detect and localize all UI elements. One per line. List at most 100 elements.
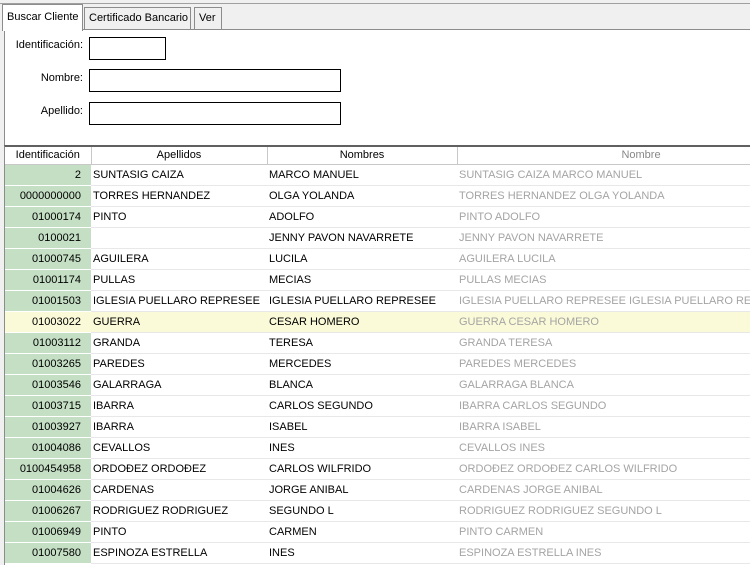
cell-nombres[interactable]: OLGA YOLANDA — [267, 185, 457, 207]
table-row[interactable]: 01007580 ESPINOZA ESTRELLA INES ESPINOZA ES… — [5, 542, 750, 564]
cell-apellidos[interactable]: CEVALLOS — [91, 437, 267, 459]
table-row[interactable]: 01001174 PULLAS MECIAS PULLAS MECIAS — [5, 269, 750, 291]
cell-apellidos[interactable]: GRANDA — [91, 332, 267, 354]
table-row[interactable]: 01006267 RODRIGUEZ RODRIGUEZ SEGUNDO L RODR… — [5, 500, 750, 522]
cell-nombres[interactable]: ADOLFO — [267, 206, 457, 228]
cell-nombre[interactable]: RODRIGUEZ RODRIGUEZ SEGUNDO L — [457, 500, 750, 522]
cell-nombres[interactable]: MECIAS — [267, 269, 457, 291]
table-row[interactable]: 01006949 PINTO CARMEN PINTO CARMEN — [5, 521, 750, 543]
cell-nombre[interactable]: IBARRA ISABEL — [457, 416, 750, 438]
cell-nombre[interactable]: GRANDA TERESA — [457, 332, 750, 354]
cell-nombre[interactable]: JENNY PAVON NAVARRETE — [457, 227, 750, 249]
cell-nombres[interactable]: ISABEL — [267, 416, 457, 438]
cell-apellidos[interactable]: TORRES HERNANDEZ — [91, 185, 267, 207]
table-row[interactable]: 01000174 PINTO ADOLFO PINTO ADOLFO — [5, 206, 750, 228]
table-row[interactable]: 01004086 CEVALLOS INES CEVALLOS INES — [5, 437, 750, 459]
cell-identificacion[interactable]: 0000000000 — [5, 185, 91, 207]
cell-identificacion[interactable]: 01003546 — [5, 374, 91, 396]
table-row[interactable]: 2 SUNTASIG CAIZA MARCO MANUEL SUNTASIG CAIZ… — [5, 164, 750, 186]
cell-apellidos[interactable]: ESPINOZA ESTRELLA — [91, 542, 267, 564]
cell-nombre[interactable]: ORDOĐEZ ORDOĐEZ CARLOS WILFRIDO — [457, 458, 750, 480]
col-header-nombres[interactable]: Nombres — [267, 147, 458, 165]
cell-identificacion[interactable]: 01003715 — [5, 395, 91, 417]
cell-nombres[interactable]: INES — [267, 437, 457, 459]
cell-apellidos[interactable]: PINTO — [91, 521, 267, 543]
cell-apellidos[interactable]: GUERRA — [91, 311, 267, 333]
table-row[interactable]: 01003715 IBARRA CARLOS SEGUNDO IBARRA CARLO… — [5, 395, 750, 417]
cell-identificacion[interactable]: 01003112 — [5, 332, 91, 354]
tab-buscar-cliente[interactable]: Buscar Cliente — [2, 4, 83, 31]
cell-identificacion[interactable]: 0100021 — [5, 227, 91, 249]
cell-nombres[interactable]: CESAR HOMERO — [267, 311, 457, 333]
cell-apellidos[interactable] — [91, 227, 267, 249]
cell-nombres[interactable]: MERCEDES — [267, 353, 457, 375]
cell-nombre[interactable]: CEVALLOS INES — [457, 437, 750, 459]
cell-identificacion[interactable]: 01004626 — [5, 479, 91, 501]
cell-identificacion[interactable]: 2 — [5, 164, 91, 186]
cell-apellidos[interactable]: PULLAS — [91, 269, 267, 291]
cell-nombres[interactable]: JORGE ANIBAL — [267, 479, 457, 501]
cell-nombres[interactable]: JENNY PAVON NAVARRETE — [267, 227, 457, 249]
cell-identificacion[interactable]: 01006949 — [5, 521, 91, 543]
cell-identificacion[interactable]: 01001503 — [5, 290, 91, 312]
tab-ver[interactable]: Ver — [194, 7, 222, 30]
cell-nombres[interactable]: CARLOS WILFRIDO — [267, 458, 457, 480]
cell-nombre[interactable]: PAREDES MERCEDES — [457, 353, 750, 375]
cell-apellidos[interactable]: GALARRAGA — [91, 374, 267, 396]
cell-nombres[interactable]: CARMEN — [267, 521, 457, 543]
nombre-input[interactable] — [89, 69, 341, 92]
identificacion-input[interactable] — [89, 37, 166, 60]
tab-certificado-bancario[interactable]: Certificado Bancario — [84, 7, 191, 30]
cell-nombre[interactable]: SUNTASIG CAIZA MARCO MANUEL — [457, 164, 750, 186]
cell-apellidos[interactable]: CARDENAS — [91, 479, 267, 501]
table-row[interactable]: 01003022 GUERRA CESAR HOMERO GUERRA CESAR H… — [5, 311, 750, 333]
cell-apellidos[interactable]: IBARRA — [91, 395, 267, 417]
table-row[interactable]: 01003112 GRANDA TERESA GRANDA TERESA — [5, 332, 750, 354]
cell-nombres[interactable]: INES — [267, 542, 457, 564]
cell-identificacion[interactable]: 01003265 — [5, 353, 91, 375]
table-row[interactable]: 01000745 AGUILERA LUCILA AGUILERA LUCILA — [5, 248, 750, 270]
cell-nombre[interactable]: IGLESIA PUELLARO REPRESEE IGLESIA PUELLA… — [457, 290, 750, 312]
cell-nombre[interactable]: TORRES HERNANDEZ OLGA YOLANDA — [457, 185, 750, 207]
table-row[interactable]: 01001503 IGLESIA PUELLARO REPRESEE IGLESIA… — [5, 290, 750, 312]
table-row[interactable]: 01004626 CARDENAS JORGE ANIBAL CARDENAS JOR… — [5, 479, 750, 501]
cell-identificacion[interactable]: 01004086 — [5, 437, 91, 459]
cell-identificacion[interactable]: 01001174 — [5, 269, 91, 291]
cell-apellidos[interactable]: ORDOĐEZ ORDOĐEZ — [91, 458, 267, 480]
cell-nombre[interactable]: GUERRA CESAR HOMERO — [457, 311, 750, 333]
cell-nombres[interactable]: SEGUNDO L — [267, 500, 457, 522]
cell-nombre[interactable]: GALARRAGA BLANCA — [457, 374, 750, 396]
cell-apellidos[interactable]: AGUILERA — [91, 248, 267, 270]
cell-apellidos[interactable]: PINTO — [91, 206, 267, 228]
results-grid[interactable]: Identificación Apellidos Nombres Nombre … — [4, 145, 750, 565]
table-row[interactable]: 0000000000 TORRES HERNANDEZ OLGA YOLANDA TO… — [5, 185, 750, 207]
cell-nombre[interactable]: PINTO CARMEN — [457, 521, 750, 543]
table-row[interactable]: 01003927 IBARRA ISABEL IBARRA ISABEL — [5, 416, 750, 438]
cell-identificacion[interactable]: 0100454958 — [5, 458, 91, 480]
apellido-input[interactable] — [89, 102, 341, 125]
cell-nombres[interactable]: TERESA — [267, 332, 457, 354]
col-header-apellidos[interactable]: Apellidos — [91, 147, 268, 165]
cell-identificacion[interactable]: 01007580 — [5, 542, 91, 564]
cell-nombres[interactable]: CARLOS SEGUNDO — [267, 395, 457, 417]
cell-nombre[interactable]: IBARRA CARLOS SEGUNDO — [457, 395, 750, 417]
cell-nombre[interactable]: PINTO ADOLFO — [457, 206, 750, 228]
cell-nombres[interactable]: LUCILA — [267, 248, 457, 270]
cell-apellidos[interactable]: PAREDES — [91, 353, 267, 375]
cell-apellidos[interactable]: IBARRA — [91, 416, 267, 438]
col-header-identificacion[interactable]: Identificación — [5, 147, 92, 165]
table-row[interactable]: 0100021 JENNY PAVON NAVARRETE JENNY PAVON… — [5, 227, 750, 249]
table-row[interactable]: 01003265 PAREDES MERCEDES PAREDES MERCEDES — [5, 353, 750, 375]
cell-nombre[interactable]: ESPINOZA ESTRELLA INES — [457, 542, 750, 564]
col-header-nombre[interactable]: Nombre — [457, 147, 750, 165]
cell-apellidos[interactable]: RODRIGUEZ RODRIGUEZ — [91, 500, 267, 522]
cell-nombres[interactable]: BLANCA — [267, 374, 457, 396]
cell-nombre[interactable]: PULLAS MECIAS — [457, 269, 750, 291]
cell-identificacion[interactable]: 01003927 — [5, 416, 91, 438]
cell-nombre[interactable]: AGUILERA LUCILA — [457, 248, 750, 270]
cell-identificacion[interactable]: 01006267 — [5, 500, 91, 522]
cell-identificacion[interactable]: 01000745 — [5, 248, 91, 270]
cell-apellidos[interactable]: IGLESIA PUELLARO REPRESEE — [91, 290, 267, 312]
table-row[interactable]: 01003546 GALARRAGA BLANCA GALARRAGA BLANCA — [5, 374, 750, 396]
cell-nombres[interactable]: IGLESIA PUELLARO REPRESEE — [267, 290, 457, 312]
